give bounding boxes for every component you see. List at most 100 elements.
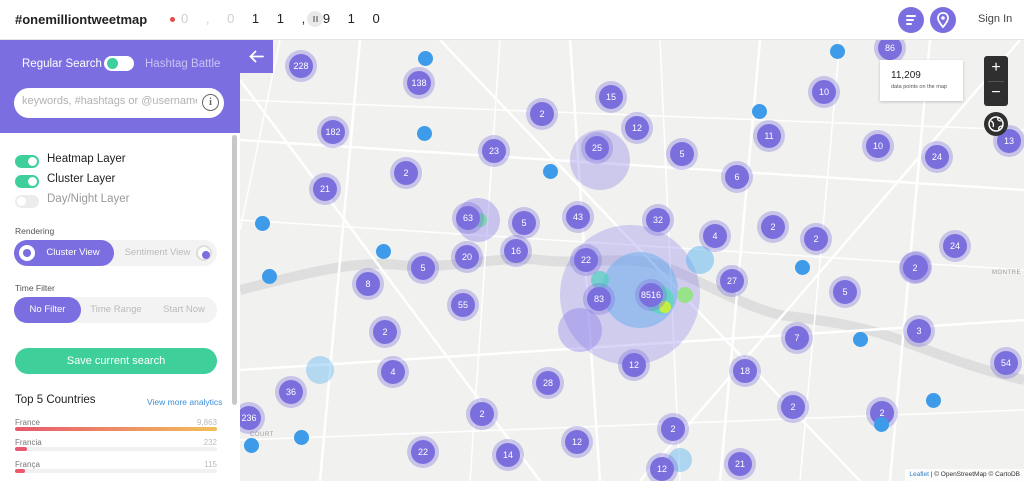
globe-button[interactable] [984,112,1008,136]
cluster-marker[interactable]: 32 [646,208,670,232]
cluster-marker[interactable]: 12 [650,457,674,481]
location-point[interactable] [243,437,259,453]
location-point[interactable] [829,43,845,59]
cluster-marker[interactable]: 14 [496,443,520,467]
toggle-knob [28,157,37,167]
location-point[interactable] [261,268,277,284]
cluster-marker[interactable]: 4 [381,360,405,384]
location-point[interactable] [293,429,309,445]
save-search-button[interactable]: Save current search [15,348,217,374]
cluster-marker[interactable]: 22 [411,440,435,464]
sign-in-link[interactable]: Sign In [978,13,1012,25]
map-canvas[interactable]: MONTRE COURT 228 138 182 86 10 15 2 12 1… [240,40,1024,481]
cluster-marker[interactable]: 5 [670,142,694,166]
search-mode-toggle[interactable] [104,56,134,71]
view-analytics-link[interactable]: View more analytics [147,397,222,407]
cluster-marker[interactable]: 5 [411,256,435,280]
cluster-marker[interactable]: 22 [574,248,598,272]
cluster-marker[interactable]: 11 [757,124,781,148]
cluster-marker[interactable]: 5 [833,280,857,304]
cluster-marker[interactable]: 43 [566,205,590,229]
cluster-marker[interactable]: 18 [733,359,757,383]
cluster-marker[interactable]: 2 [903,256,927,280]
cluster-marker[interactable]: 10 [812,80,836,104]
cluster-marker[interactable]: 23 [482,139,506,163]
cluster-marker[interactable]: 7 [785,326,809,350]
daynight-toggle[interactable] [15,195,39,209]
location-point[interactable] [375,243,391,259]
location-point[interactable] [852,331,868,347]
cluster-marker[interactable]: 21 [728,452,752,476]
collapse-sidebar-button[interactable] [240,40,273,73]
cluster-marker[interactable]: 16 [504,239,528,263]
start-now-option[interactable]: Start Now [151,297,217,323]
layer-cluster[interactable]: Cluster Layer [15,173,115,189]
location-point[interactable] [542,163,558,179]
hashtag-battle-label[interactable]: Hashtag Battle [145,58,220,70]
cluster-marker[interactable]: 36 [279,380,303,404]
toggle-knob [17,197,26,207]
cluster-marker[interactable]: 12 [625,116,649,140]
cluster-marker[interactable]: 63 [456,206,480,230]
info-icon[interactable]: i [202,94,219,111]
regular-search-label[interactable]: Regular Search [22,58,102,70]
list-button[interactable] [898,7,924,33]
location-point[interactable] [416,125,432,141]
cluster-marker[interactable]: 6 [725,165,749,189]
cluster-marker[interactable]: 2 [761,215,785,239]
cluster-marker[interactable]: 12 [565,430,589,454]
cluster-marker[interactable]: 15 [599,85,623,109]
sidebar-scrollbar[interactable] [232,135,237,405]
cluster-marker[interactable]: 228 [289,54,313,78]
cluster-marker[interactable]: 2 [781,395,805,419]
location-point[interactable] [751,103,767,119]
cluster-marker[interactable]: 25 [585,136,609,160]
cluster-marker[interactable]: 8516 [639,283,663,307]
location-point[interactable] [254,215,270,231]
layer-daynight[interactable]: Day/Night Layer [15,193,129,209]
cluster-marker[interactable]: 28 [536,371,560,395]
cluster-marker[interactable]: 5 [512,211,536,235]
cluster-marker[interactable]: 12 [622,353,646,377]
cluster-marker[interactable]: 10 [866,134,890,158]
location-point[interactable] [794,259,810,275]
cluster-marker[interactable]: 4 [703,224,727,248]
cluster-marker[interactable]: 2 [470,402,494,426]
no-filter-option[interactable]: No Filter [14,297,81,323]
zoom-in-button[interactable]: + [984,56,1008,81]
cluster-marker[interactable]: 2 [804,227,828,251]
cluster-marker[interactable]: 182 [321,120,345,144]
cluster-view-option[interactable]: Cluster View [14,240,114,266]
location-point[interactable] [925,392,941,408]
sentiment-view-option[interactable]: Sentiment View [114,240,217,266]
cluster-marker[interactable]: 54 [994,351,1018,375]
heatmap-toggle[interactable] [15,155,39,169]
brand-title[interactable]: #onemilliontweetmap [15,12,147,27]
cluster-marker[interactable]: 20 [455,245,479,269]
layer-heatmap[interactable]: Heatmap Layer [15,153,126,169]
country-name: Francia [15,438,42,447]
cluster-marker[interactable]: 2 [661,417,685,441]
cluster-marker[interactable]: 3 [907,319,931,343]
cluster-toggle[interactable] [15,175,39,189]
cluster-marker[interactable]: 21 [313,177,337,201]
time-range-option[interactable]: Time Range [81,297,151,323]
cluster-marker[interactable]: 2 [373,320,397,344]
leaflet-link[interactable]: Leaflet [909,471,929,478]
cluster-marker[interactable]: 8 [356,272,380,296]
pause-icon[interactable] [307,11,323,27]
cluster-marker[interactable]: 83 [587,287,611,311]
zoom-out-button[interactable]: − [984,81,1008,106]
cluster-marker[interactable]: 24 [943,234,967,258]
search-input[interactable] [22,95,197,107]
radio-unselected-icon [196,245,212,261]
cluster-marker[interactable]: 55 [451,293,475,317]
cluster-marker[interactable]: 138 [407,71,431,95]
cluster-marker[interactable]: 24 [925,145,949,169]
location-button[interactable] [930,7,956,33]
cluster-marker[interactable]: 27 [720,269,744,293]
location-point[interactable] [873,416,889,432]
cluster-marker[interactable]: 2 [530,102,554,126]
cluster-marker[interactable]: 2 [394,161,418,185]
location-point[interactable] [417,50,433,66]
